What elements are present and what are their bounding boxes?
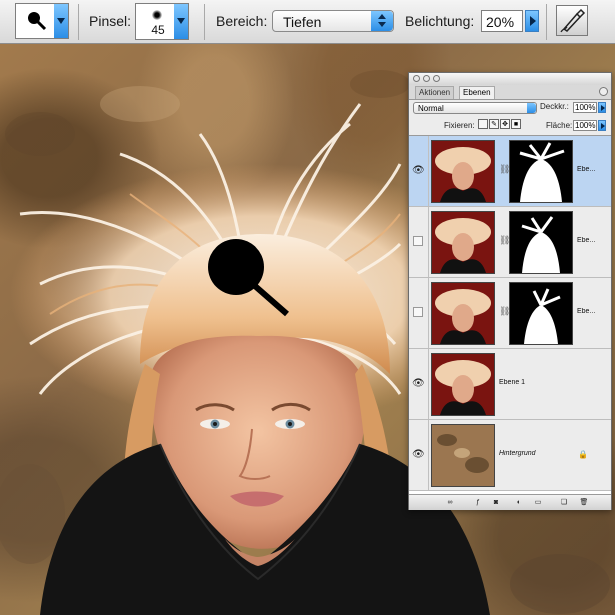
layer-name: Ebe... bbox=[577, 166, 596, 173]
layer-list: 👁 ⛓ Ebe... ⛓ Ebe... ⛓ Ebe... 👁 Ebene 1 👁… bbox=[409, 135, 611, 496]
new-group-icon[interactable]: ▭ bbox=[533, 498, 543, 507]
magnifier-cursor-icon bbox=[208, 239, 289, 317]
layer-name: Ebe... bbox=[577, 308, 596, 315]
eye-icon: 👁 bbox=[412, 165, 425, 176]
layer-row[interactable]: 👁 Hintergrund 🔒 bbox=[409, 420, 611, 491]
close-icon[interactable] bbox=[413, 75, 420, 82]
new-layer-icon[interactable]: ❏ bbox=[559, 498, 569, 507]
visibility-toggle[interactable]: 👁 bbox=[409, 136, 429, 206]
airbrush-button[interactable] bbox=[556, 5, 588, 36]
exposure-label: Belichtung: bbox=[405, 13, 475, 29]
options-bar: Pinsel: 45 Bereich: Tiefen Belichtung: 2… bbox=[0, 0, 615, 44]
range-label: Bereich: bbox=[216, 13, 268, 29]
lock-all-icon[interactable]: ■ bbox=[511, 119, 521, 129]
blend-mode-arrows[interactable] bbox=[527, 103, 536, 113]
exposure-slider-button[interactable] bbox=[525, 10, 539, 32]
layer-thumbnail bbox=[431, 140, 495, 203]
visibility-toggle[interactable]: 👁 bbox=[409, 349, 429, 419]
trash-icon[interactable]: 🗑 bbox=[579, 498, 589, 507]
panel-footer: ∞ ƒ ◙ ◐ ▭ ❏ 🗑 bbox=[409, 494, 611, 510]
layers-panel: Aktionen Ebenen Normal Deckkr.: 100% Fix… bbox=[408, 72, 612, 510]
fill-label: Fläche: bbox=[546, 121, 573, 130]
layer-thumbnail bbox=[431, 211, 495, 274]
tool-preset-dropdown[interactable] bbox=[54, 4, 68, 38]
lock-transparency-icon[interactable] bbox=[478, 119, 488, 129]
magnifier-icon bbox=[28, 12, 47, 31]
link-layers-icon[interactable]: ∞ bbox=[445, 498, 455, 507]
lock-paint-icon[interactable]: ✎ bbox=[489, 119, 499, 129]
exposure-value: 20% bbox=[486, 14, 515, 30]
layer-mask-thumbnail[interactable] bbox=[509, 211, 573, 274]
zoom-icon[interactable] bbox=[433, 75, 440, 82]
eye-icon: 👁 bbox=[412, 449, 425, 460]
opacity-slider-button[interactable] bbox=[598, 102, 606, 113]
range-value: Tiefen bbox=[283, 14, 322, 30]
hidden-visibility-box bbox=[413, 307, 423, 317]
fill-input[interactable]: 100% bbox=[573, 120, 597, 131]
layer-row[interactable]: ⛓ Ebe... bbox=[409, 207, 611, 278]
range-select[interactable]: Tiefen bbox=[272, 10, 394, 32]
hidden-visibility-box bbox=[413, 236, 423, 246]
brush-picker[interactable]: 45 bbox=[135, 3, 189, 40]
visibility-toggle[interactable]: 👁 bbox=[409, 420, 429, 490]
tool-preset-picker[interactable] bbox=[15, 3, 69, 39]
layer-thumbnail bbox=[431, 353, 495, 416]
layer-row[interactable]: 👁 Ebene 1 bbox=[409, 349, 611, 420]
panel-menu-icon[interactable] bbox=[599, 87, 608, 96]
layer-style-icon[interactable]: ƒ bbox=[473, 498, 483, 507]
adjustment-layer-icon[interactable]: ◐ bbox=[514, 498, 524, 507]
visibility-toggle[interactable] bbox=[409, 207, 429, 277]
layer-mask-thumbnail[interactable] bbox=[509, 282, 573, 345]
layer-name: Ebe... bbox=[577, 237, 596, 244]
minimize-icon[interactable] bbox=[423, 75, 430, 82]
layer-thumbnail bbox=[431, 282, 495, 345]
lock-label: Fixieren: bbox=[444, 121, 475, 130]
layer-mask-thumbnail[interactable] bbox=[509, 140, 573, 203]
tab-layers[interactable]: Ebenen bbox=[459, 86, 495, 99]
opacity-label: Deckkr.: bbox=[540, 102, 569, 111]
airbrush-icon bbox=[560, 8, 586, 33]
tab-actions[interactable]: Aktionen bbox=[415, 86, 455, 99]
visibility-toggle[interactable] bbox=[409, 278, 429, 348]
brush-dropdown[interactable] bbox=[174, 4, 188, 39]
lock-move-icon[interactable]: ✥ bbox=[500, 119, 510, 129]
blend-mode-select[interactable]: Normal bbox=[413, 102, 537, 114]
panel-titlebar[interactable] bbox=[409, 73, 611, 85]
layer-row[interactable]: 👁 ⛓ Ebe... bbox=[409, 136, 611, 207]
brush-preview-icon bbox=[152, 10, 162, 20]
panel-tabs: Aktionen Ebenen bbox=[409, 85, 611, 100]
range-select-arrows[interactable] bbox=[371, 11, 393, 31]
brush-size: 45 bbox=[151, 23, 165, 37]
layer-thumbnail bbox=[431, 424, 495, 487]
opacity-input[interactable]: 100% bbox=[573, 102, 597, 113]
fill-slider-button[interactable] bbox=[598, 120, 606, 131]
layer-name: Ebene 1 bbox=[499, 379, 526, 386]
add-mask-icon[interactable]: ◙ bbox=[491, 498, 501, 507]
lock-icon: 🔒 bbox=[578, 450, 588, 459]
eye-icon: 👁 bbox=[412, 378, 425, 389]
brush-label: Pinsel: bbox=[89, 13, 132, 29]
blend-mode-value: Normal bbox=[418, 104, 444, 113]
exposure-input[interactable]: 20% bbox=[481, 10, 523, 32]
layer-row[interactable]: ⛓ Ebe... bbox=[409, 278, 611, 349]
